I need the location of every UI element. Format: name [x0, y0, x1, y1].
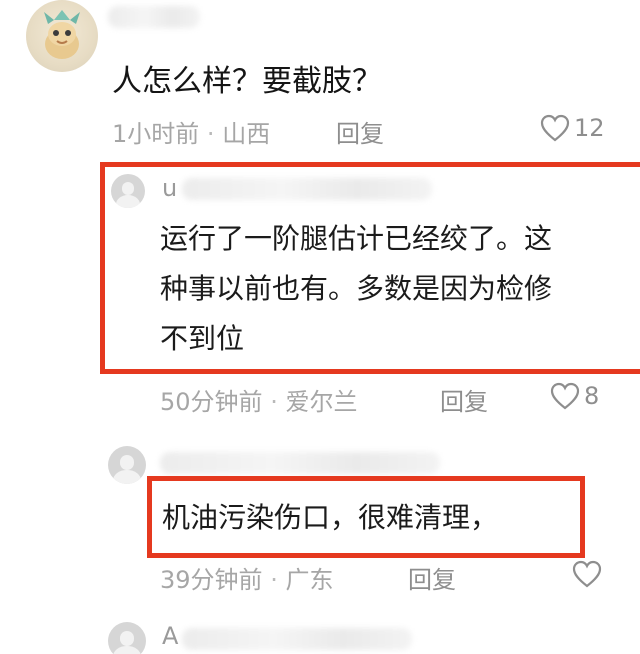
reply-button[interactable]: 回复	[336, 114, 384, 149]
heart-icon	[550, 382, 580, 410]
reply-time: 39分钟前	[160, 566, 263, 594]
reply-meta: 39分钟前 · 广东	[160, 560, 333, 595]
username-redacted	[182, 178, 432, 200]
reply-location: 广东	[285, 566, 334, 594]
reply-meta: 50分钟前 · 爱尔兰	[160, 382, 357, 417]
reply-button[interactable]: 回复	[440, 382, 488, 417]
like-button[interactable]: 8	[550, 382, 599, 410]
like-button[interactable]	[572, 560, 602, 588]
separator: ·	[270, 388, 278, 416]
reply-avatar[interactable]	[108, 622, 146, 654]
reply-text: 机油污染伤口，很难清理，	[162, 501, 499, 534]
reply-text-line: 种事以前也有。多数是因为检修	[160, 272, 553, 305]
heart-icon	[572, 560, 602, 588]
comment-location: 山西	[222, 120, 271, 148]
heart-icon	[540, 114, 570, 142]
avatar[interactable]	[26, 0, 98, 72]
reply-button[interactable]: 回复	[408, 560, 456, 595]
separator: ·	[206, 120, 215, 148]
reply-avatar[interactable]	[111, 174, 145, 208]
reply-location: 爱尔兰	[285, 388, 358, 416]
reply-username: A	[162, 622, 179, 650]
comment-text: 人怎么样？要截肢？	[112, 64, 382, 99]
like-count: 12	[574, 114, 605, 142]
comment-meta: 1小时前 · 山西	[112, 114, 270, 149]
reply-text-line: 不到位	[160, 322, 245, 355]
comment-time: 1小时前	[112, 120, 200, 148]
reply-text-line: 运行了一阶腿估计已经绞了。这	[160, 222, 553, 255]
username-redacted	[160, 452, 440, 474]
reply-username: u	[162, 174, 178, 202]
username-redacted	[108, 6, 200, 28]
reply-avatar[interactable]	[108, 446, 146, 484]
username-redacted	[182, 628, 412, 650]
dragon-avatar-icon	[44, 10, 80, 59]
separator: ·	[270, 566, 278, 594]
like-button[interactable]: 12	[540, 114, 605, 142]
like-count: 8	[584, 382, 600, 410]
reply-time: 50分钟前	[160, 388, 263, 416]
